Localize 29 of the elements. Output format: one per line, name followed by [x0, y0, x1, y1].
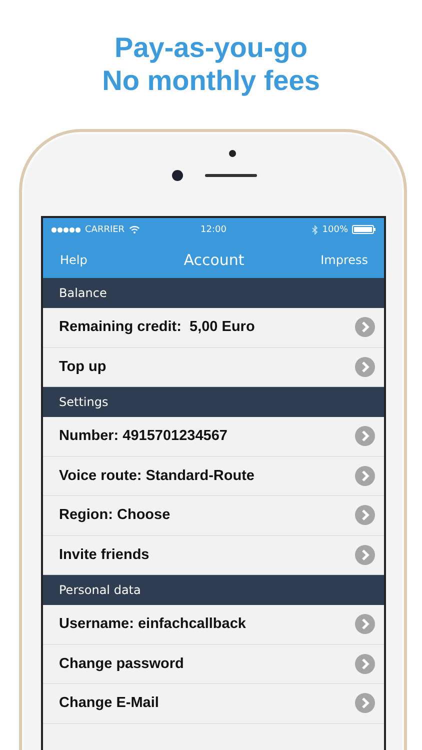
carrier-text: CARRIER	[85, 224, 125, 234]
wifi-icon	[128, 225, 140, 234]
section-header: Personal data	[43, 575, 384, 605]
chevron-icon	[355, 614, 375, 634]
speaker-icon	[205, 174, 257, 177]
camera-icon	[172, 170, 183, 181]
status-time: 12:00	[200, 224, 226, 234]
battery-percent: 100%	[322, 224, 348, 234]
chevron-icon	[355, 356, 375, 377]
list-row[interactable]: Top up	[43, 348, 384, 387]
list-row[interactable]: Change password	[43, 644, 384, 684]
headline: Pay-as-you-go	[114, 31, 308, 64]
section-header: Balance	[43, 278, 384, 308]
list-row[interactable]: Invite friends	[43, 536, 384, 575]
chevron-icon	[355, 466, 375, 486]
chevron-icon	[355, 317, 375, 338]
chevron-icon	[355, 544, 375, 565]
chevron-icon	[355, 654, 375, 674]
section-header: Settings	[43, 387, 384, 417]
signal-icon	[51, 226, 81, 232]
nav-title: Account	[184, 250, 244, 268]
chevron-icon	[355, 505, 375, 526]
chevron-icon	[355, 426, 375, 446]
list-row[interactable]: Voice route: Standard-Route	[43, 456, 384, 496]
chevron-icon	[355, 693, 375, 714]
sensor-icon	[229, 150, 236, 157]
headline: No monthly fees	[102, 64, 320, 97]
battery-icon	[352, 225, 376, 234]
bluetooth-icon	[312, 224, 318, 234]
